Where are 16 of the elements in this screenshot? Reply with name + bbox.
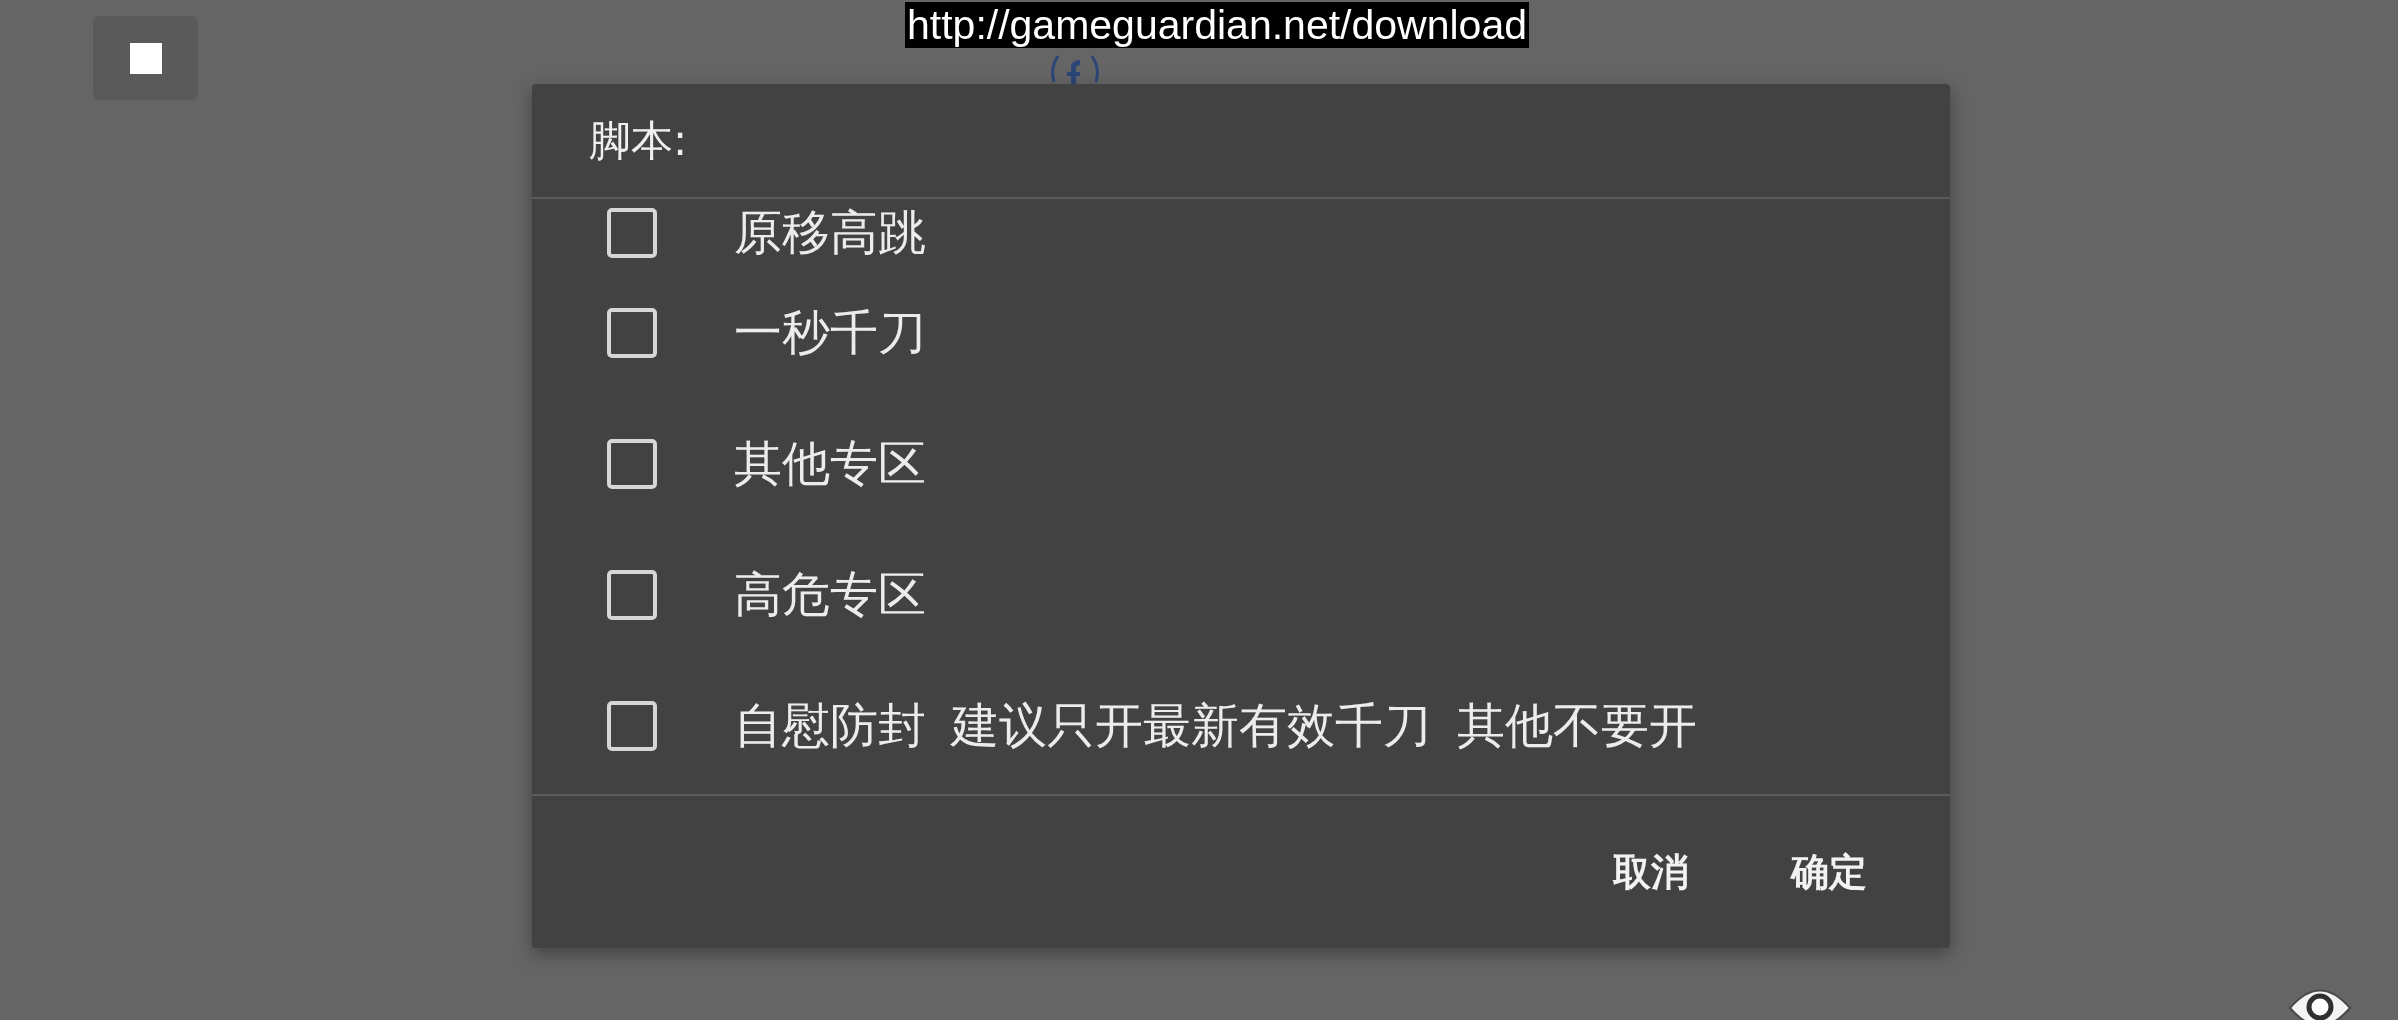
checkbox[interactable] — [607, 569, 657, 620]
option-label: 原移高跳 — [734, 204, 926, 262]
checkbox[interactable] — [607, 700, 657, 751]
option-label: 自慰防封 建议只开最新有效千刀 其他不要开 — [734, 696, 1697, 755]
stop-icon — [129, 42, 162, 74]
checkbox[interactable] — [607, 438, 657, 489]
option-label: 一秒千刀 — [734, 303, 926, 362]
url-label: http://gameguardian.net/download — [905, 2, 1529, 48]
option-label: 其他专区 — [734, 434, 926, 493]
stop-button[interactable] — [93, 16, 198, 100]
option-label: 高危专区 — [734, 565, 926, 624]
ok-button[interactable]: 确定 — [1767, 830, 1891, 914]
dialog-title: 脚本: — [589, 114, 688, 167]
checkbox[interactable] — [607, 307, 657, 358]
cancel-button[interactable]: 取消 — [1589, 830, 1713, 914]
checkbox[interactable] — [607, 208, 657, 258]
